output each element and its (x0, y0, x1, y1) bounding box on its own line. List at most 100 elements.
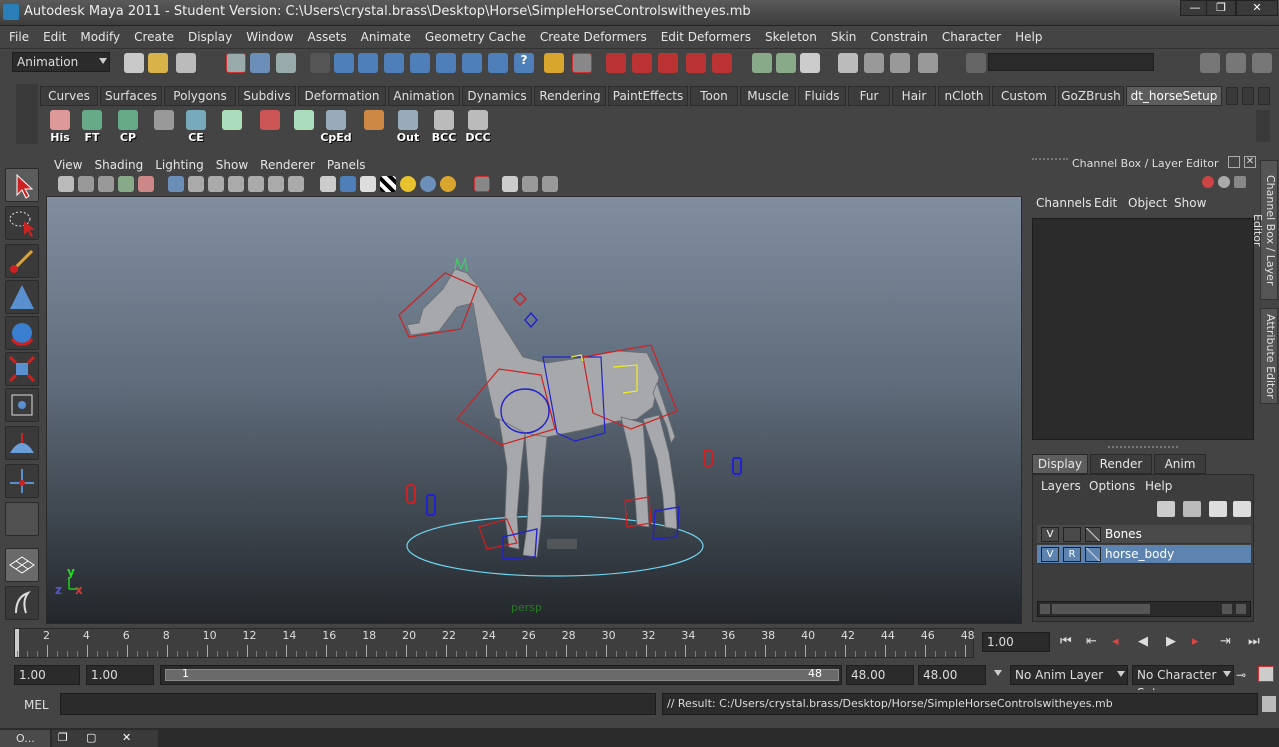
select-dynamics-icon[interactable] (462, 53, 482, 73)
shelf-button-tool-3[interactable] (148, 110, 180, 144)
move-tool-icon[interactable] (5, 280, 39, 314)
panel-menu-lighting[interactable]: Lighting (155, 158, 204, 172)
lock-selection-icon[interactable] (544, 53, 564, 73)
shelf-button-ft[interactable]: FT (76, 110, 108, 144)
mask-icon[interactable] (310, 53, 330, 73)
new-layer-icon[interactable] (1157, 501, 1175, 517)
scroll-right-end-icon[interactable] (1236, 604, 1246, 614)
menu-display[interactable]: Display (181, 30, 239, 44)
command-language-label[interactable]: MEL (24, 698, 49, 712)
close-icon[interactable]: ✕ (122, 731, 131, 744)
scale-tool-icon[interactable] (5, 352, 39, 386)
channel-icon-a[interactable] (1202, 176, 1214, 188)
range-slider[interactable]: 1 48 (160, 665, 842, 685)
close-button[interactable]: ✕ (1236, 0, 1278, 16)
go-to-end-icon[interactable]: ⏭ (1248, 634, 1260, 649)
play-backward-icon[interactable]: ◀ (1138, 634, 1148, 649)
range-options-icon[interactable] (990, 665, 1004, 685)
current-time-field[interactable]: 1.00 (982, 632, 1050, 652)
horse-mesh[interactable] (406, 268, 678, 558)
menu-constrain[interactable]: Constrain (863, 30, 935, 44)
rotate-tool-icon[interactable] (5, 316, 39, 350)
show-manipulator-icon[interactable] (5, 464, 39, 498)
resolution-gate-icon[interactable] (208, 176, 224, 192)
gate-mask-icon[interactable] (228, 176, 244, 192)
channel-list[interactable] (1032, 218, 1254, 440)
two-d-pan-icon[interactable] (138, 176, 154, 192)
all-lights-icon[interactable] (440, 176, 456, 192)
channel-icon-b[interactable] (1218, 176, 1230, 188)
scroll-thumb[interactable] (1052, 604, 1150, 614)
lasso-tool-icon[interactable] (5, 206, 39, 240)
layer-reference-toggle[interactable] (1063, 527, 1081, 542)
open-scene-icon[interactable] (148, 53, 168, 73)
channel-menu-channels[interactable]: Channels (1036, 196, 1092, 210)
neck-fk-control[interactable] (524, 311, 538, 329)
bookmarks-icon[interactable] (98, 176, 114, 192)
toggle-channel-box-icon[interactable] (1252, 53, 1272, 73)
layer-tab-anim[interactable]: Anim (1154, 454, 1206, 474)
pole-vector-right[interactable] (426, 494, 436, 516)
isolate-select-icon[interactable] (474, 176, 490, 192)
select-camera-icon[interactable] (58, 176, 74, 192)
select-rendering-icon[interactable] (488, 53, 508, 73)
select-joints-icon[interactable] (358, 53, 378, 73)
shelf-menu-gutter[interactable] (16, 84, 38, 144)
move-layer-up-icon[interactable] (1209, 501, 1227, 517)
menu-skeleton[interactable]: Skeleton (758, 30, 824, 44)
layer-tab-render[interactable]: Render (1090, 454, 1152, 474)
quick-selection-icon[interactable] (966, 53, 986, 73)
default-lighting-icon[interactable] (400, 176, 416, 192)
select-hierarchy-icon[interactable] (226, 53, 246, 73)
select-surfaces-icon[interactable] (410, 53, 430, 73)
back-pole-vector-left[interactable] (703, 449, 713, 467)
shadows-icon[interactable] (420, 176, 436, 192)
select-component-icon[interactable] (276, 53, 296, 73)
auto-key-icon[interactable] (1258, 666, 1274, 682)
hud-toggle-icon[interactable] (542, 176, 558, 192)
channel-menu-object[interactable]: Object (1128, 196, 1167, 210)
playback-start-field[interactable]: 1.00 (86, 665, 154, 685)
neck-control[interactable] (513, 292, 527, 306)
shelf-scroll-icon[interactable] (1256, 110, 1270, 142)
select-tool-icon[interactable] (5, 168, 39, 202)
select-handles-icon[interactable] (334, 53, 354, 73)
menuset-dropdown[interactable]: Animation (12, 52, 110, 72)
snap-curve-icon[interactable] (632, 53, 652, 73)
shelf-button-cped[interactable]: CpEd (320, 110, 352, 144)
paint-select-tool-icon[interactable] (5, 244, 39, 278)
image-plane-icon[interactable] (118, 176, 134, 192)
panel-menu-panels[interactable]: Panels (327, 158, 366, 172)
start-time-field[interactable]: 1.00 (14, 665, 80, 685)
layer-visibility-toggle[interactable]: V (1041, 527, 1059, 542)
single-perspective-layout-icon[interactable] (5, 548, 39, 582)
smooth-shade-icon[interactable] (340, 176, 356, 192)
time-ruler[interactable]: 2 4 6 8 10 12 14 16 18 20 22 24 26 28 30 32 34 36 38 40 42 44… (14, 628, 975, 658)
safe-action-icon[interactable] (268, 176, 284, 192)
soft-mod-tool-icon[interactable] (5, 426, 39, 460)
shelf-scroll-left-icon[interactable] (1226, 87, 1238, 105)
maximize-button[interactable]: ❐ (1206, 0, 1236, 16)
scroll-right-icon[interactable] (1222, 604, 1232, 614)
menu-skin[interactable]: Skin (824, 30, 864, 44)
input-ops-icon[interactable] (752, 53, 772, 73)
shelf-menu-icon[interactable] (1258, 87, 1270, 105)
menu-assets[interactable]: Assets (301, 30, 354, 44)
universal-manipulator-icon[interactable] (5, 388, 39, 422)
quick-select-field[interactable] (988, 53, 1154, 71)
shelf-button-dcc[interactable]: DCC (462, 110, 494, 144)
channel-menu-edit[interactable]: Edit (1094, 196, 1117, 210)
xray-joints-icon[interactable] (522, 176, 538, 192)
wireframe-on-shaded-icon[interactable] (360, 176, 376, 192)
step-forward-key-icon[interactable]: ⇥ (1220, 634, 1231, 649)
go-to-start-icon[interactable]: ⏮ (1060, 634, 1072, 649)
layer-menu-options[interactable]: Options (1089, 479, 1135, 493)
shelf-button-tool-5[interactable] (216, 110, 248, 144)
tab-channel-box[interactable]: Channel Box / Layer Editor (1251, 160, 1278, 300)
shelf-tab-deformation[interactable]: Deformation (298, 86, 386, 106)
textured-icon[interactable] (380, 176, 396, 192)
shelf-tab-hair[interactable]: Hair (892, 86, 936, 106)
shelf-tab-gozbrush[interactable]: GoZBrush (1058, 86, 1124, 106)
menu-help[interactable]: Help (1008, 30, 1049, 44)
snap-grid-icon[interactable] (606, 53, 626, 73)
